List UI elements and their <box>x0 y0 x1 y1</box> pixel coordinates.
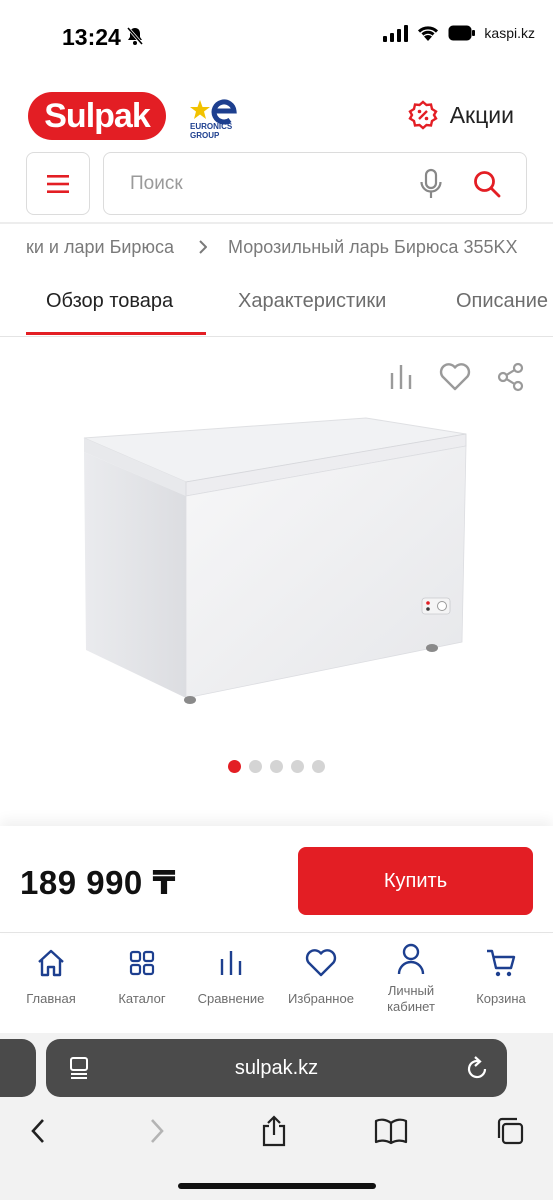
nav-item-account[interactable]: Личный кабинет <box>365 941 457 1015</box>
wifi-icon <box>418 26 439 41</box>
battery-icon <box>448 25 476 41</box>
user-icon <box>397 943 425 975</box>
sulpak-logo[interactable]: Sulpak <box>28 92 166 140</box>
microphone-icon[interactable] <box>418 168 444 200</box>
product-image-chest-freezer[interactable] <box>76 410 476 710</box>
book-icon <box>374 1118 408 1145</box>
share-icon[interactable] <box>497 362 525 392</box>
nav-label-favorites: Избранное <box>288 991 354 1006</box>
chevron-right-icon <box>199 240 207 254</box>
heart-icon <box>305 949 337 977</box>
nav-item-favorites[interactable]: Избранное <box>275 945 367 1007</box>
browser-toolbar: sulpak.kz <box>0 1033 553 1200</box>
safari-toolbar <box>0 1109 553 1153</box>
site-header: Sulpak EURONICS GROUP Акции <box>0 84 553 146</box>
euronics-label: EURONICS GROUP <box>190 122 233 140</box>
nav-label-account: Личный кабинет <box>387 983 435 1014</box>
buy-button[interactable]: Купить <box>298 847 533 915</box>
promo-label: Акции <box>449 101 514 128</box>
nav-label-cart: Корзина <box>476 991 526 1006</box>
chevron-right-icon <box>151 1119 164 1143</box>
nav-item-compare[interactable]: Сравнение <box>185 945 277 1007</box>
tabs-button[interactable] <box>488 1109 532 1153</box>
forward-button[interactable] <box>135 1109 179 1153</box>
bell-off-icon <box>126 27 144 45</box>
compare-icon[interactable] <box>389 363 413 391</box>
bookmarks-button[interactable] <box>369 1109 413 1153</box>
compare-icon <box>220 951 242 975</box>
header-divider <box>0 222 553 224</box>
tabs-overview-icon <box>497 1117 524 1145</box>
nav-label-catalog: Каталог <box>118 991 166 1006</box>
promo-link[interactable]: Акции <box>408 100 514 130</box>
status-bar: 13:24 kaspi.kz <box>0 0 553 72</box>
reload-icon[interactable] <box>465 1055 489 1081</box>
purchase-bar: 189 990 ₸ Купить <box>0 826 553 932</box>
tab-description[interactable]: Описание <box>456 290 548 313</box>
tab-specifications[interactable]: Характеристики <box>238 290 386 313</box>
search-box <box>103 152 527 215</box>
address-bar[interactable]: sulpak.kz <box>46 1039 507 1097</box>
cellular-signal-icon <box>383 24 409 42</box>
active-tab-indicator <box>26 332 206 335</box>
bottom-navigation: Главная Каталог Сравнение Избранное Личн… <box>0 933 553 1033</box>
share-upload-icon <box>262 1115 286 1147</box>
cart-icon <box>487 949 516 977</box>
tabs-divider <box>0 336 553 337</box>
discount-badge-icon <box>408 100 438 130</box>
home-icon <box>38 949 64 977</box>
product-price: 189 990 ₸ <box>20 864 176 901</box>
nav-item-home[interactable]: Главная <box>5 945 97 1007</box>
breadcrumb-item-current: Морозильный ларь Бирюса 355KX <box>228 236 518 257</box>
nav-item-cart[interactable]: Корзина <box>455 945 547 1007</box>
gallery-dot[interactable] <box>228 760 241 773</box>
gallery-dot[interactable] <box>270 760 283 773</box>
search-input[interactable] <box>130 153 400 214</box>
chevron-left-icon <box>31 1119 44 1143</box>
gallery-dot[interactable] <box>291 760 304 773</box>
tab-overview[interactable]: Обзор товара <box>46 290 173 313</box>
product-tabs: Обзор товара Характеристики Описание <box>0 282 553 336</box>
product-actions <box>389 362 525 392</box>
previous-tab-preview[interactable] <box>0 1039 36 1097</box>
watermark: kaspi.kz <box>484 25 535 41</box>
breadcrumb-item-category[interactable]: ки и лари Бирюса <box>26 237 174 258</box>
nav-label-compare: Сравнение <box>197 991 265 1006</box>
catalog-icon <box>129 950 155 976</box>
home-indicator <box>178 1183 376 1189</box>
search-icon[interactable] <box>472 169 502 199</box>
menu-button[interactable] <box>26 152 90 215</box>
hamburger-icon <box>47 174 69 193</box>
back-button[interactable] <box>16 1109 60 1153</box>
gallery-pagination <box>0 760 553 773</box>
url-text: sulpak.kz <box>234 1056 319 1079</box>
gallery-dot[interactable] <box>249 760 262 773</box>
favorite-heart-icon[interactable] <box>439 363 471 391</box>
breadcrumb: ки и лари Бирюса Морозильный ларь Бирюса… <box>26 236 553 258</box>
status-time: 13:24 <box>62 24 121 50</box>
nav-label-home: Главная <box>26 991 76 1006</box>
share-button[interactable] <box>252 1109 296 1153</box>
nav-item-catalog[interactable]: Каталог <box>96 945 188 1007</box>
gallery-dot[interactable] <box>312 760 325 773</box>
